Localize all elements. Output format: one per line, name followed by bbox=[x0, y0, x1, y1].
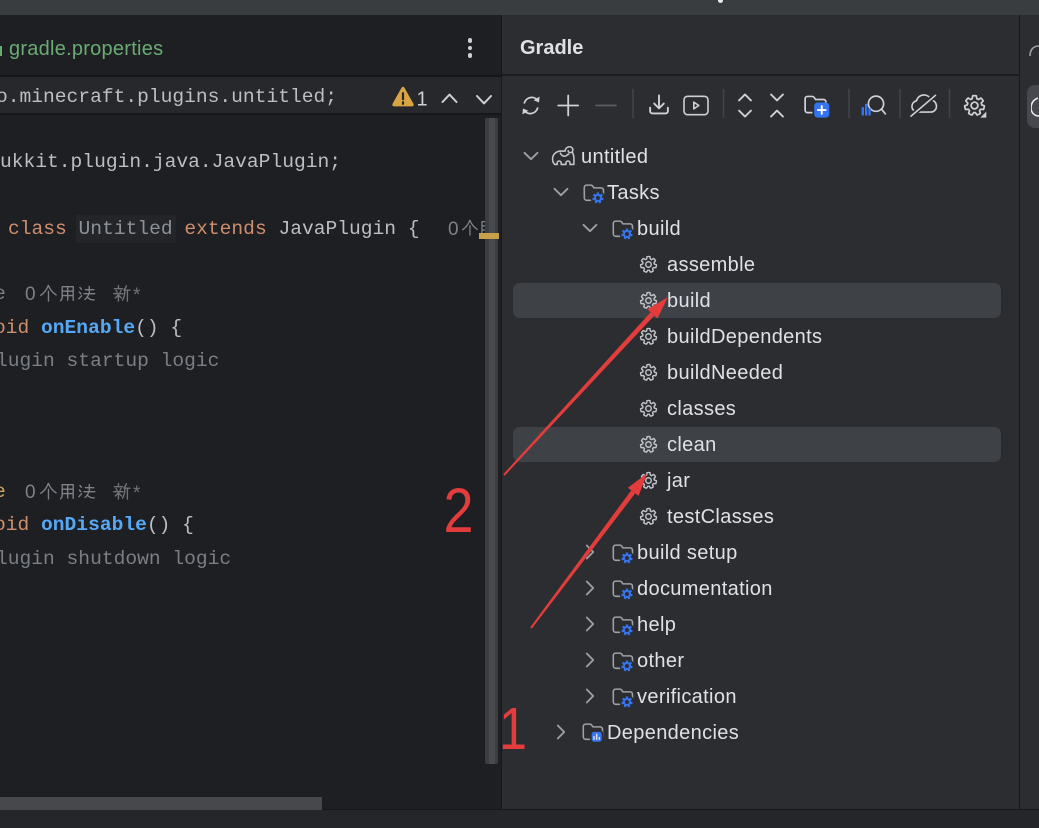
svg-text:2: 2 bbox=[444, 476, 474, 546]
svg-text:1: 1 bbox=[499, 696, 527, 762]
